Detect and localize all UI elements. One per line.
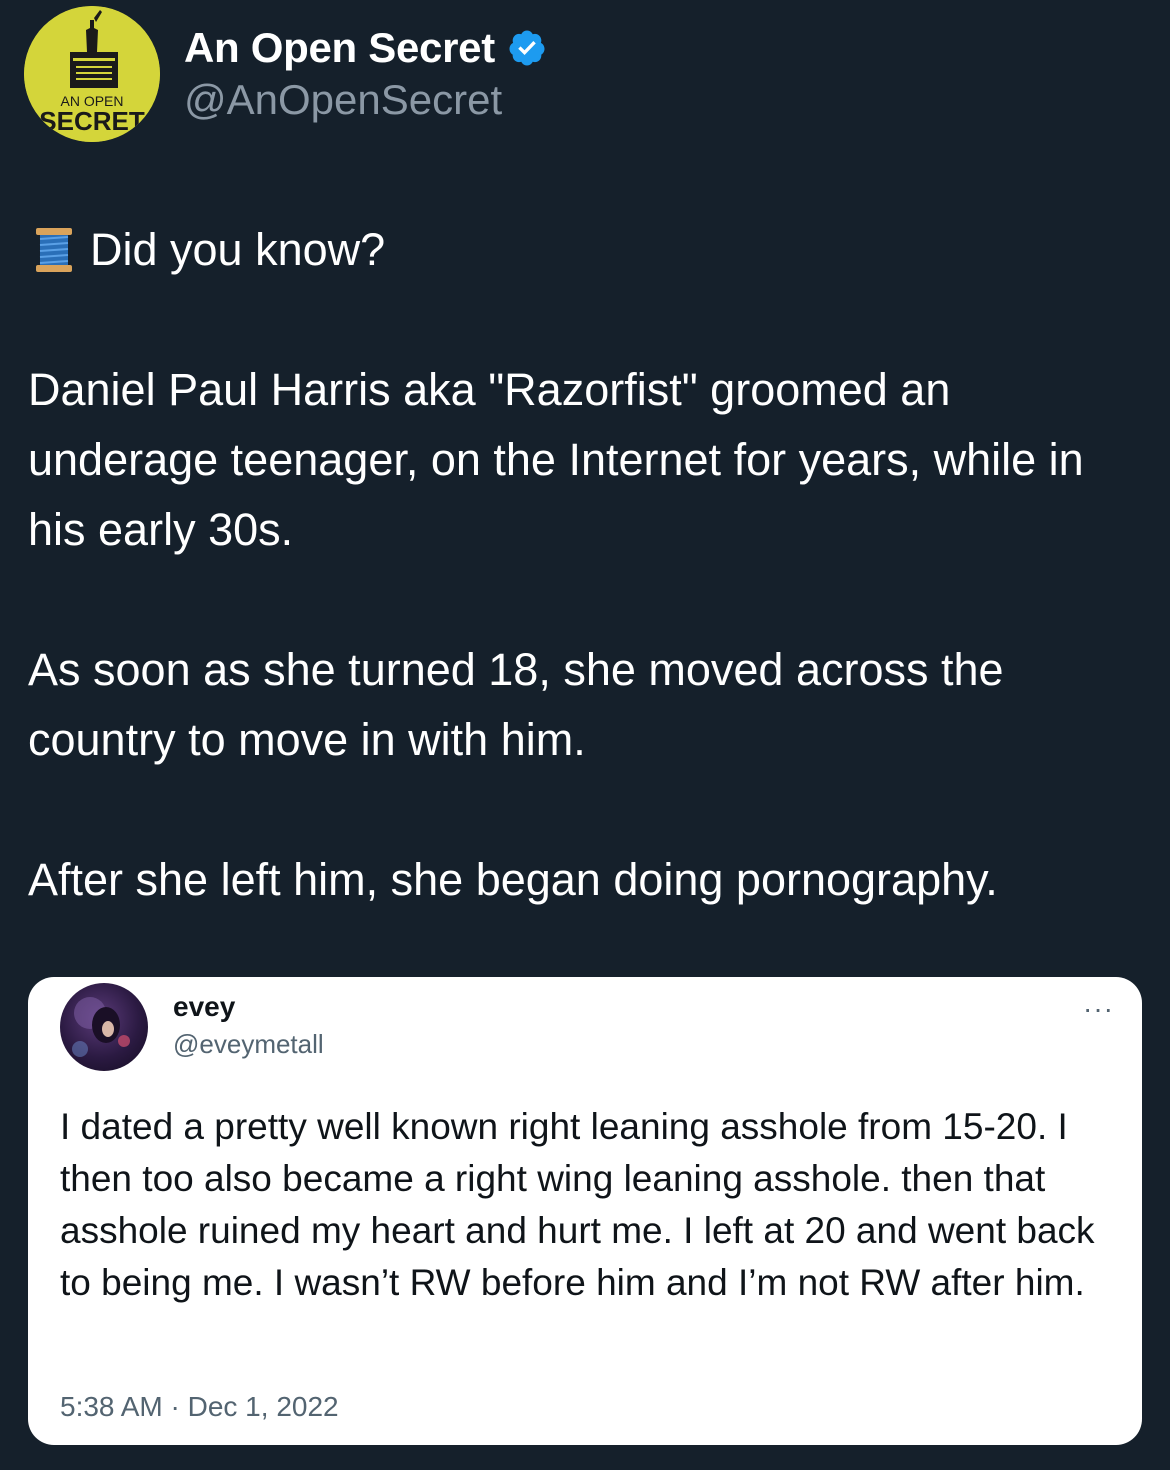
tweet-intro-line: Did you know? — [28, 215, 1148, 285]
avatar-text-bottom: SECRET — [39, 106, 145, 136]
avatar-logo-graphic: AN OPEN SECRET — [24, 6, 160, 142]
author-handle[interactable]: @AnOpenSecret — [184, 76, 502, 124]
tweet-paragraph-3: After she left him, she began doing porn… — [28, 854, 998, 905]
verified-badge-icon[interactable] — [507, 28, 547, 68]
avatar-photo — [72, 997, 130, 1057]
quoted-tweet-card[interactable]: evey @eveymetall ··· I dated a pretty we… — [28, 977, 1142, 1445]
more-options-icon[interactable]: ··· — [1083, 993, 1114, 1025]
quoted-tweet-text: I dated a pretty well known right leanin… — [60, 1106, 1095, 1303]
spool-of-thread-icon — [36, 228, 72, 272]
quoted-author-handle[interactable]: @eveymetall — [173, 1029, 324, 1060]
author-name[interactable]: An Open Secret — [184, 24, 495, 72]
tweet-header: AN OPEN SECRET An Open Secret @AnOpenSec… — [24, 6, 1144, 146]
tweet-body: Did you know? Daniel Paul Harris aka "Ra… — [28, 215, 1148, 915]
author-avatar[interactable]: AN OPEN SECRET — [24, 6, 160, 142]
quoted-tweet-timestamp[interactable]: 5:38 AM · Dec 1, 2022 — [60, 1391, 339, 1423]
quoted-author-avatar[interactable] — [60, 983, 148, 1071]
author-name-row: An Open Secret — [184, 20, 547, 76]
tweet-paragraph-1: Daniel Paul Harris aka "Razorfist" groom… — [28, 364, 1084, 555]
tweet-intro-text: Did you know? — [90, 224, 386, 275]
tweet-paragraph-2: As soon as she turned 18, she moved acro… — [28, 644, 1004, 765]
quoted-author-name[interactable]: evey — [173, 991, 235, 1023]
